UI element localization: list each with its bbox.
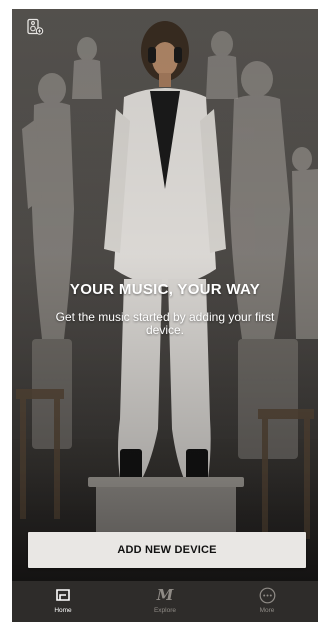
app-frame: YOUR MUSIC, YOUR WAY Get the music start…	[12, 9, 318, 622]
tab-more-label: More	[259, 607, 275, 614]
add-new-device-button[interactable]: ADD NEW DEVICE	[28, 532, 306, 568]
screen: YOUR MUSIC, YOUR WAY Get the music start…	[0, 0, 327, 625]
tab-explore-label: Explore	[153, 607, 177, 614]
hero-headline: YOUR MUSIC, YOUR WAY	[69, 281, 261, 298]
hero-subline: Get the music started by adding your fir…	[55, 310, 275, 337]
speaker-settings-icon[interactable]	[26, 18, 44, 36]
tab-explore[interactable]: M Explore	[114, 581, 216, 622]
marshall-m-icon: M	[156, 586, 174, 604]
bottom-tab-bar: Home M Explore More	[12, 581, 318, 622]
tab-home[interactable]: Home	[12, 581, 114, 622]
tab-more[interactable]: More	[216, 581, 318, 622]
more-dots-icon	[258, 586, 276, 604]
tab-home-label: Home	[54, 607, 72, 614]
speaker-icon	[54, 586, 72, 604]
